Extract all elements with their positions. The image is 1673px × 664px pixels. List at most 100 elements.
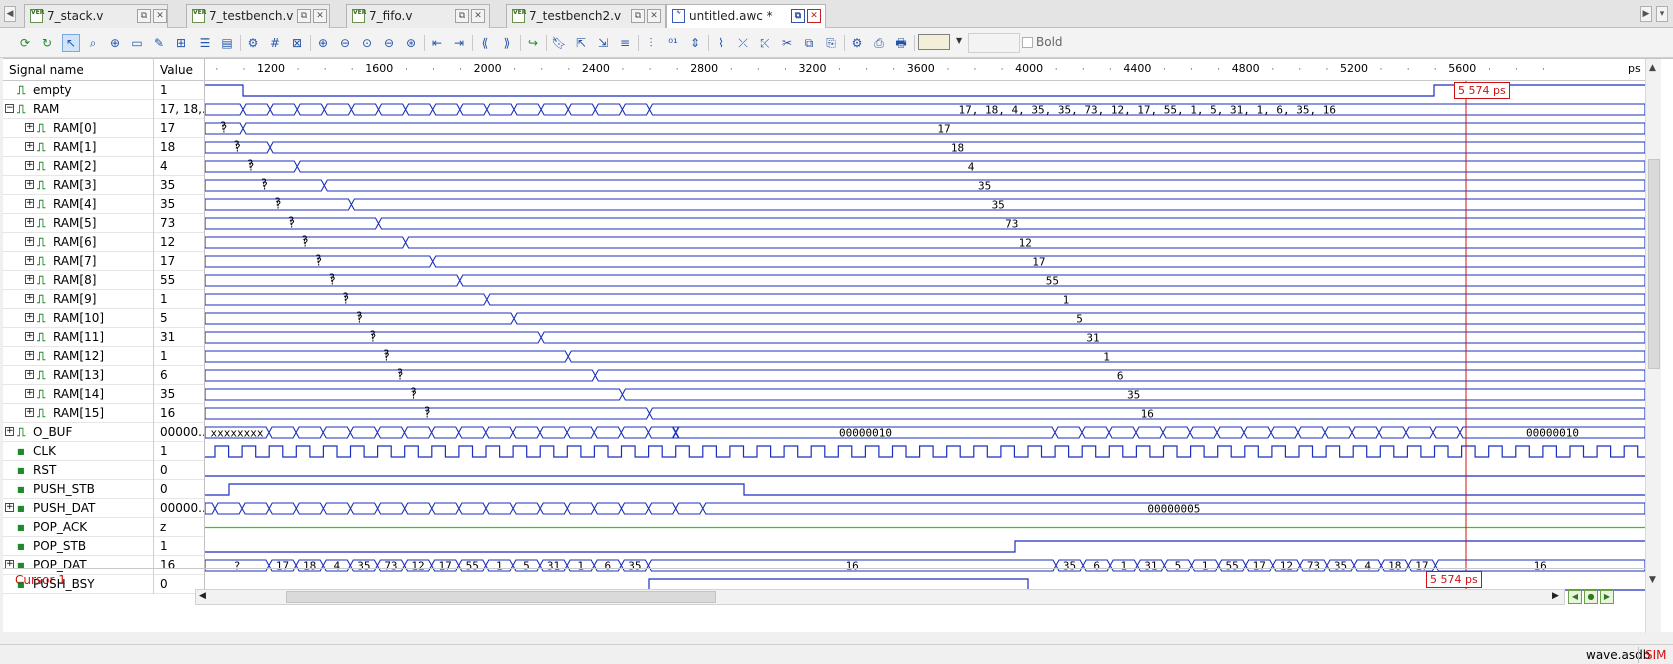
bookmark-icon[interactable]: 🔖︎: [550, 34, 568, 52]
zoom-range-icon[interactable]: ⊖: [380, 34, 398, 52]
signal-value-row[interactable]: 18: [154, 138, 204, 157]
vertical-scroll-thumb[interactable]: [1648, 159, 1660, 369]
cut-icon[interactable]: ✂: [778, 34, 796, 52]
bold-checkbox[interactable]: [1022, 37, 1033, 48]
scroll-left-icon[interactable]: ◀: [199, 591, 206, 601]
expand-icon[interactable]: +: [25, 408, 34, 417]
time-ruler[interactable]: 1200 1600 2000 2400 2800 3200 3600 4000 4400 4800…: [205, 59, 1645, 81]
copy-icon[interactable]: ⧉: [800, 34, 818, 52]
value-header[interactable]: Value: [154, 59, 205, 81]
cursor-name[interactable]: Cursor 1: [15, 573, 66, 587]
highlight-color-picker[interactable]: [918, 34, 950, 50]
scroll-up-icon[interactable]: ▲: [1649, 63, 1656, 73]
grid-off-icon[interactable]: ⊠: [288, 34, 306, 52]
tab-scroll-left-button[interactable]: ◀: [4, 6, 16, 22]
next-edge-icon[interactable]: ⇥: [450, 34, 468, 52]
expand-icon[interactable]: +: [25, 294, 34, 303]
tab-list-button[interactable]: ▾: [1656, 6, 1668, 22]
signal-row[interactable]: + ⎍ RAM[9]: [3, 290, 153, 309]
tab-close-button[interactable]: ✕: [807, 9, 821, 23]
signal-row[interactable]: + ⎍ RAM[2]: [3, 157, 153, 176]
tab-restore-button[interactable]: ⧉: [631, 9, 645, 23]
expand-icon[interactable]: +: [25, 256, 34, 265]
bookmark-next-icon[interactable]: ⇲: [594, 34, 612, 52]
paste-icon[interactable]: ⎘: [822, 34, 840, 52]
signal-name-header[interactable]: Signal name: [3, 59, 154, 81]
signal-value-row[interactable]: 1: [154, 81, 204, 100]
scroll-right-icon[interactable]: ▶: [1552, 591, 1559, 601]
select-pointer-icon[interactable]: ↖: [62, 34, 80, 52]
horizontal-scrollbar[interactable]: ◀ ▶: [195, 589, 1565, 605]
properties-icon[interactable]: ⚙: [848, 34, 866, 52]
signal-value-row[interactable]: 17, 18,...: [154, 100, 204, 119]
horizontal-scroll-thumb[interactable]: [286, 591, 716, 603]
expand-icon[interactable]: +: [5, 427, 14, 436]
comment-icon[interactable]: ▭: [128, 34, 146, 52]
signal-value-row[interactable]: 00000...: [154, 499, 204, 518]
add-signal-icon[interactable]: ⊞: [172, 34, 190, 52]
expand-icon[interactable]: +: [5, 503, 14, 512]
signal-value-row[interactable]: 17: [154, 119, 204, 138]
signal-row[interactable]: + ⎍ RAM[7]: [3, 252, 153, 271]
expand-icon[interactable]: +: [25, 218, 34, 227]
insert-marker-icon[interactable]: ⫶: [642, 34, 660, 52]
tab-7-fifo[interactable]: VER 7_fifo.v ⧉ ✕: [346, 4, 490, 28]
zoom-icon[interactable]: ⌕: [84, 34, 102, 52]
zoom-cursor-icon[interactable]: ⊛: [402, 34, 420, 52]
signal-row[interactable]: ■ RST: [3, 461, 153, 480]
tab-close-button[interactable]: ✕: [153, 9, 167, 23]
signal-row[interactable]: + ⎍ RAM[13]: [3, 366, 153, 385]
tab-restore-button[interactable]: ⧉: [137, 9, 151, 23]
signal-value-row[interactable]: 16: [154, 404, 204, 423]
zoom-in-icon[interactable]: ⊕: [314, 34, 332, 52]
print-icon[interactable]: 🖶︎: [892, 34, 910, 52]
expand-icon[interactable]: +: [25, 180, 34, 189]
previous-page-icon[interactable]: ◀: [1568, 590, 1582, 604]
signal-value-row[interactable]: 35: [154, 176, 204, 195]
binary-format-icon[interactable]: ⁰¹: [664, 34, 682, 52]
expand-icon[interactable]: +: [25, 142, 34, 151]
chevron-down-icon[interactable]: ▼: [956, 36, 962, 45]
expand-icon[interactable]: +: [25, 370, 34, 379]
print-preview-icon[interactable]: ⎙: [870, 34, 888, 52]
signal-value-row[interactable]: 0: [154, 480, 204, 499]
signal-row[interactable]: + ⎍ RAM[15]: [3, 404, 153, 423]
cursor-time-label[interactable]: 5 574 ps: [1454, 82, 1510, 99]
bookmark-list-icon[interactable]: ≡: [616, 34, 634, 52]
expand-icon[interactable]: +: [25, 332, 34, 341]
reload-icon[interactable]: ↻: [38, 34, 56, 52]
refresh-icon[interactable]: ⟳: [16, 34, 34, 52]
tab-untitled-awc[interactable]: ∿ untitled.awc * ⧉ ✕: [666, 4, 826, 28]
signal-row[interactable]: ■ POP_STB: [3, 537, 153, 556]
signal-value-row[interactable]: 6: [154, 366, 204, 385]
tab-close-button[interactable]: ✕: [313, 9, 327, 23]
signal-row[interactable]: + ⎍ RAM[11]: [3, 328, 153, 347]
expand-icon[interactable]: +: [25, 161, 34, 170]
tab-7-testbench[interactable]: VER 7_testbench.v ⧉ ✕: [186, 4, 330, 28]
signal-value-row[interactable]: 1: [154, 290, 204, 309]
center-cursor-icon[interactable]: ●: [1584, 590, 1598, 604]
cursor-sync-icon[interactable]: ⇕: [686, 34, 704, 52]
expand-icon[interactable]: +: [25, 199, 34, 208]
signal-row[interactable]: + ⎍ RAM[4]: [3, 195, 153, 214]
expand-icon[interactable]: +: [25, 313, 34, 322]
tab-restore-button[interactable]: ⧉: [455, 9, 469, 23]
tab-close-button[interactable]: ✕: [471, 9, 485, 23]
signal-row[interactable]: + ⎍ RAM[8]: [3, 271, 153, 290]
expand-icon[interactable]: +: [25, 389, 34, 398]
signal-value-row[interactable]: 1: [154, 347, 204, 366]
tab-close-button[interactable]: ✕: [647, 9, 661, 23]
signal-row[interactable]: + ⎍ O_BUF: [3, 423, 153, 442]
expand-icon[interactable]: +: [25, 123, 34, 132]
signal-row[interactable]: − ⎍ RAM: [3, 100, 153, 119]
previous-edge-icon[interactable]: ⇤: [428, 34, 446, 52]
signal-list-icon[interactable]: ☰: [196, 34, 214, 52]
split-icon[interactable]: ⤫: [734, 34, 752, 52]
tab-scroll-right-button[interactable]: ▶: [1640, 6, 1652, 22]
signal-row[interactable]: ■ PUSH_STB: [3, 480, 153, 499]
cursor-time-label[interactable]: 5 574 ps: [1426, 571, 1482, 588]
signal-value-row[interactable]: 4: [154, 157, 204, 176]
signal-value-row[interactable]: 31: [154, 328, 204, 347]
signal-value-row[interactable]: 1: [154, 537, 204, 556]
signal-value-row[interactable]: 35: [154, 385, 204, 404]
